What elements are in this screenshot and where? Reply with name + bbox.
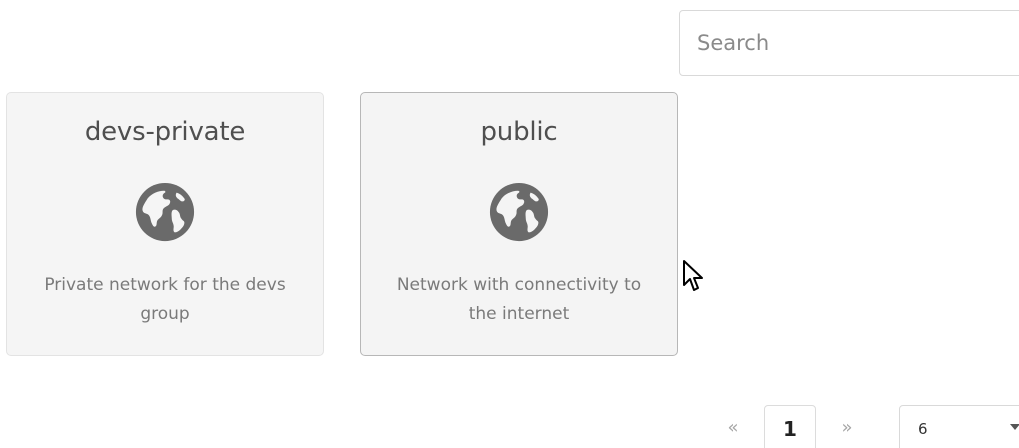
globe-icon: [135, 182, 195, 242]
prev-page-button[interactable]: «: [718, 417, 748, 438]
search-input[interactable]: [680, 11, 1019, 75]
mouse-cursor-icon: [683, 260, 703, 291]
search-box[interactable]: [679, 10, 1019, 76]
chevron-down-icon: [1010, 424, 1019, 430]
network-name: public: [480, 117, 558, 147]
network-description: Network with connectivity to the interne…: [396, 275, 642, 324]
networks-page: devs-private Private network for the dev…: [0, 0, 1019, 448]
network-description: Private network for the devs group: [44, 275, 286, 324]
network-card-public[interactable]: public Network with connectivity to the …: [360, 92, 678, 356]
page-size-select[interactable]: 6: [899, 405, 1019, 448]
page-size-value: 6: [918, 420, 928, 438]
next-page-button[interactable]: »: [832, 417, 862, 438]
globe-icon: [489, 182, 549, 242]
network-card-devs-private[interactable]: devs-private Private network for the dev…: [6, 92, 324, 356]
network-name: devs-private: [84, 117, 246, 147]
page-1-button[interactable]: 1: [764, 405, 816, 448]
